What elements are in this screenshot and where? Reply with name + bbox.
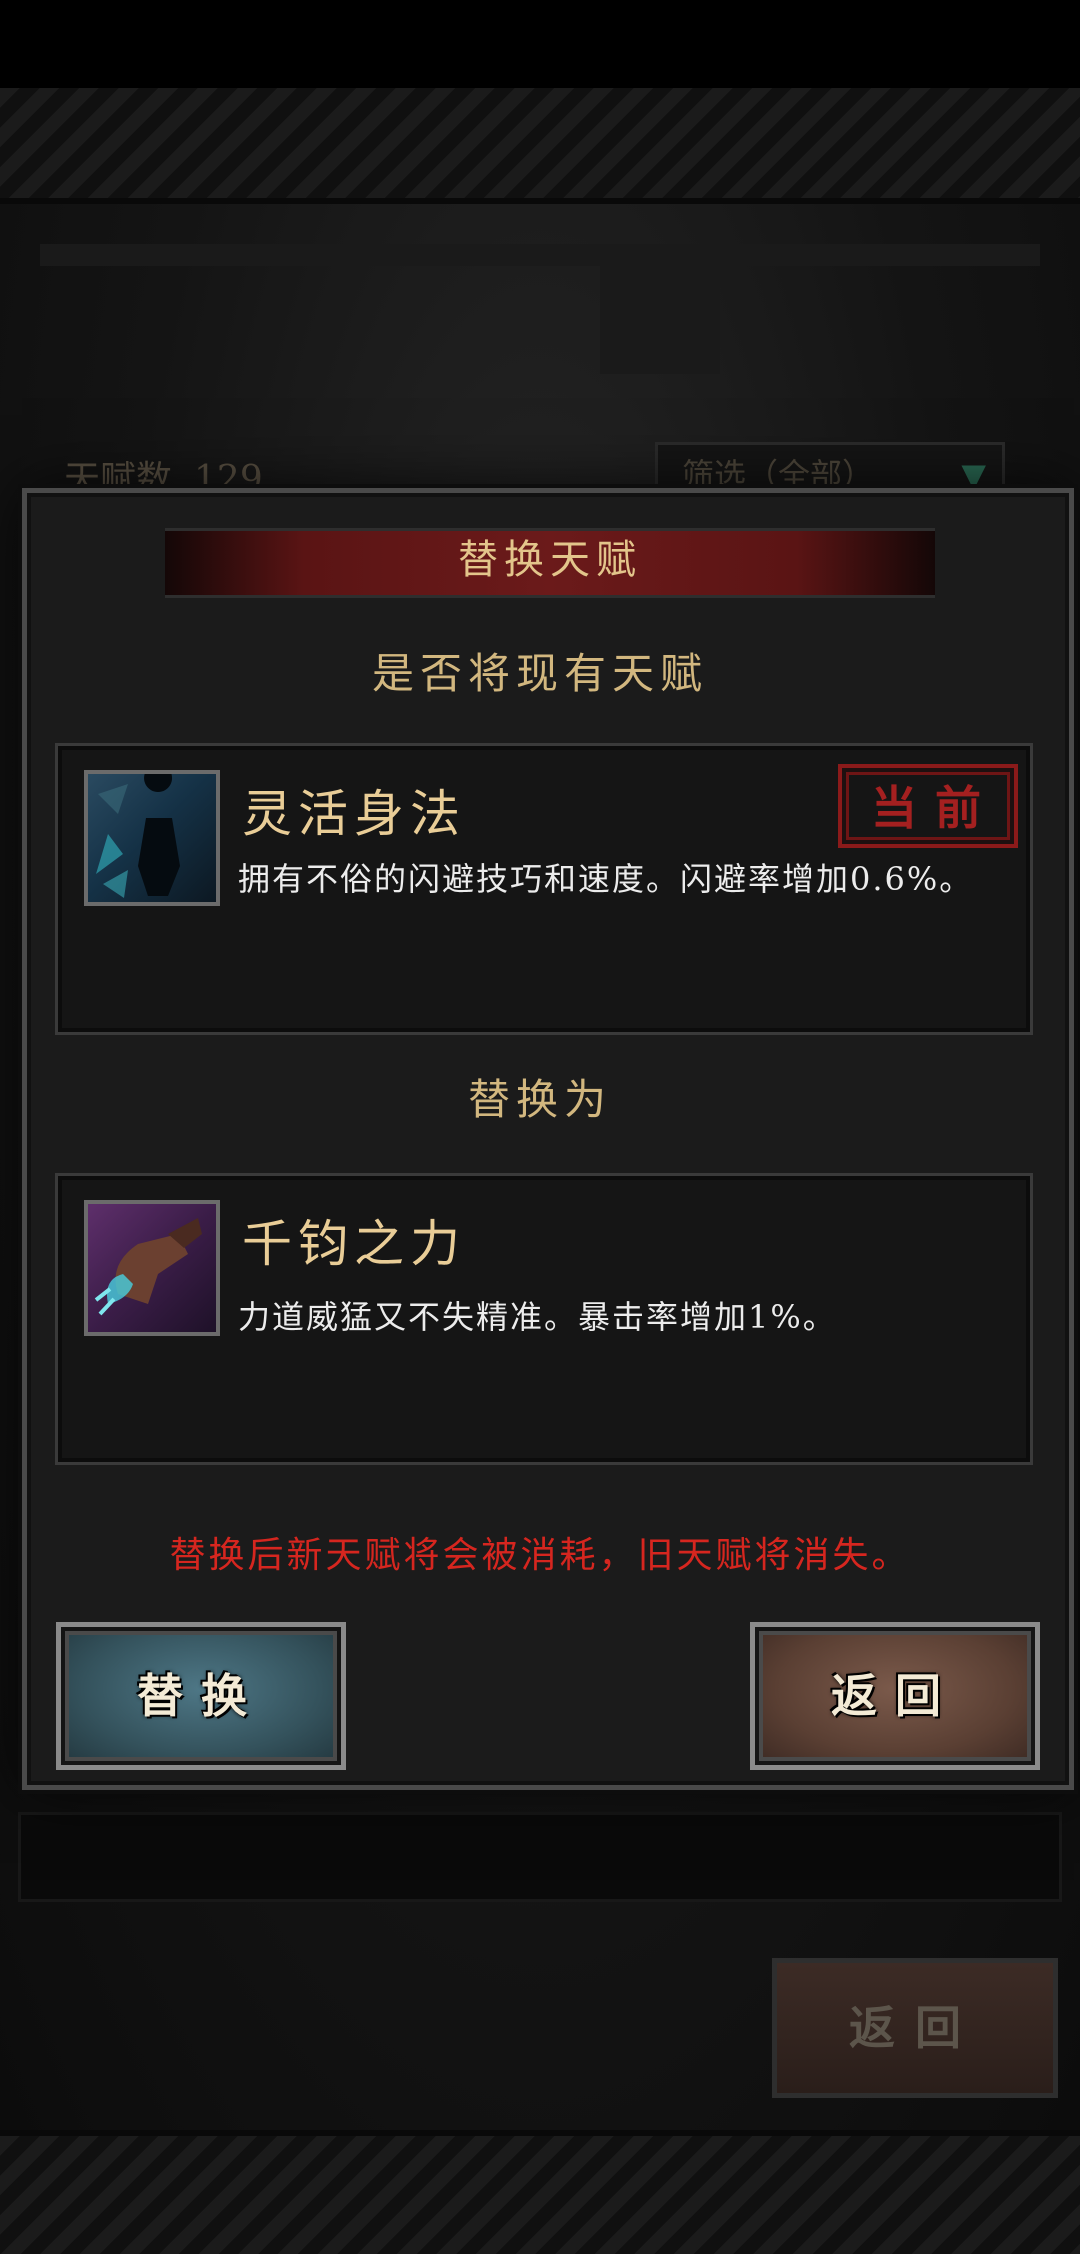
bg-back-button: 返回 xyxy=(772,1958,1058,2098)
prompt-replace: 替换为 xyxy=(467,1075,612,1124)
current-talent-card: 灵活身法 当前 拥有不俗的闪避技巧和速度。闪避率增加0.6%。 xyxy=(58,746,1030,1032)
replace-warning: 替换后新天赋将会被消耗，旧天赋将消失。 xyxy=(169,1535,911,1576)
replace-button[interactable]: 替换 xyxy=(56,1622,346,1770)
current-talent-name: 灵活身法 xyxy=(242,785,466,843)
back-button[interactable]: 返回 xyxy=(750,1622,1040,1770)
status-bar-area xyxy=(0,0,1080,88)
new-talent-description: 力道威猛又不失精准。暴击率增加1%。 xyxy=(238,1298,837,1336)
dialog-title: 替换天赋 xyxy=(458,537,642,583)
scene-window xyxy=(600,264,720,374)
top-ornament-frieze xyxy=(0,88,1080,204)
current-talent-description: 拥有不俗的闪避技巧和速度。闪避率增加0.6%。 xyxy=(238,860,974,898)
new-talent-name: 千钧之力 xyxy=(242,1215,466,1273)
bottom-ornament-frieze xyxy=(0,2130,1080,2254)
scene-beam xyxy=(40,244,1040,266)
silhouette-dodge-icon xyxy=(84,770,220,906)
new-talent-card: 千钧之力 力道威猛又不失精准。暴击率增加1%。 xyxy=(58,1176,1030,1462)
current-badge-stamp: 当前 xyxy=(838,764,1018,848)
fist-strike-icon xyxy=(84,1200,220,1336)
bg-bottom-panel xyxy=(18,1812,1062,1902)
prompt-current: 是否将现有天赋 xyxy=(371,649,708,698)
